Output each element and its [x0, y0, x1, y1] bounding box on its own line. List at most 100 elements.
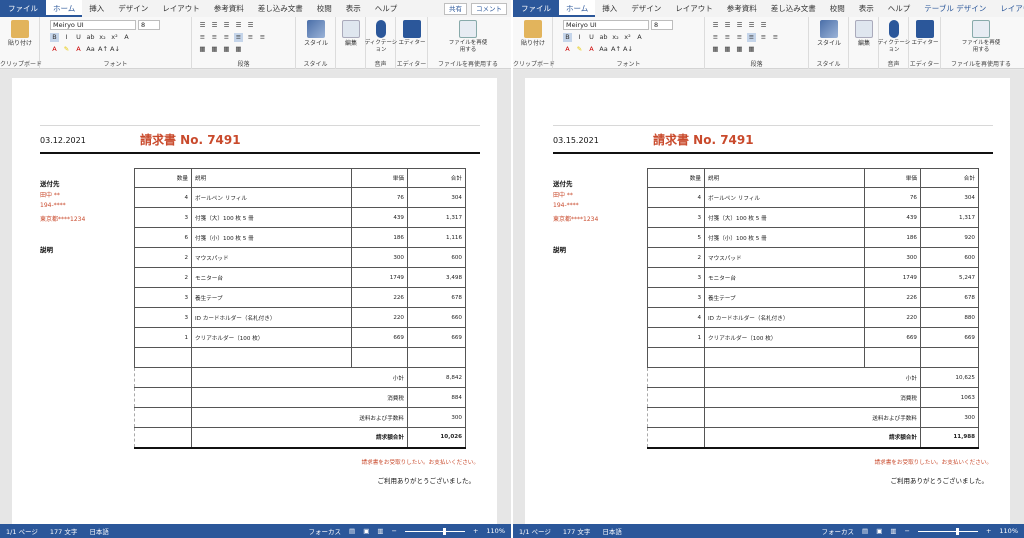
recipient-zip[interactable]: 194-****	[553, 202, 579, 209]
text-color-icon[interactable]: A	[587, 45, 596, 54]
read-mode-icon[interactable]: ▤	[349, 527, 355, 535]
zoom-in-icon[interactable]: +	[473, 527, 478, 535]
font-color-icon[interactable]: A	[563, 45, 572, 54]
table-cell[interactable]: 226	[864, 287, 921, 308]
dictate-button[interactable]: ディクテーション	[877, 20, 911, 54]
font-name-select[interactable]: Meiryo UI	[563, 20, 649, 30]
document-area[interactable]: 03.15.2021 請求書 No. 7491 送付先 田中 ** 194-**** 東京…	[513, 70, 1024, 524]
table-cell[interactable]: 6	[134, 227, 192, 248]
table-cell[interactable]: 2	[647, 247, 705, 268]
document-page[interactable]: 03.12.2021 請求書 No. 7491 送付先 田中 ** 194-**** 東京…	[12, 78, 497, 524]
table-cell[interactable]: 4	[647, 187, 705, 208]
borders-icon[interactable]: ▦	[210, 45, 219, 54]
table-cell[interactable]: ID カードホルダー（名札付き）	[191, 307, 352, 328]
grand-total-label[interactable]: 請求額合計	[704, 427, 921, 449]
table-cell[interactable]: 3	[134, 207, 192, 228]
increase-indent-icon[interactable]: ☰	[759, 21, 768, 30]
table-cell[interactable]: 669	[351, 327, 408, 348]
tab-0[interactable]: ファイル	[0, 0, 46, 17]
table-cell[interactable]: 2	[134, 267, 192, 288]
dictate-button[interactable]: ディクテーション	[364, 20, 398, 54]
line-spacing-icon[interactable]: ≡	[771, 33, 780, 42]
styles-button[interactable]: スタイル	[299, 20, 333, 47]
language[interactable]: 日本語	[89, 526, 109, 536]
shading-icon[interactable]: ▦	[711, 45, 720, 54]
table-cell[interactable]	[647, 387, 705, 408]
table-cell[interactable]: 669	[920, 327, 979, 348]
increase-indent-icon[interactable]: ☰	[246, 21, 255, 30]
underline-icon[interactable]: U	[587, 33, 596, 42]
text-effect-icon[interactable]: A	[635, 33, 644, 42]
table-cell[interactable]: 678	[407, 287, 466, 308]
recipient-address[interactable]: 東京都****1234	[40, 214, 85, 223]
header-cell[interactable]: 合計	[407, 168, 466, 188]
table-cell[interactable]	[134, 387, 192, 408]
table-cell[interactable]: 304	[407, 187, 466, 208]
tab-5[interactable]: 参考資料	[720, 0, 764, 17]
read-mode-icon[interactable]: ▤	[862, 527, 868, 535]
shrink-font-icon[interactable]: A↓	[623, 45, 633, 54]
tab-2[interactable]: 挿入	[595, 0, 624, 17]
table-cell[interactable]: マウスパッド	[704, 247, 865, 268]
align-right-icon[interactable]: ≡	[222, 33, 231, 42]
table-cell[interactable]: 4	[134, 187, 192, 208]
document-page[interactable]: 03.15.2021 請求書 No. 7491 送付先 田中 ** 194-**** 東京…	[525, 78, 1010, 524]
table-cell[interactable]: 300	[864, 247, 921, 268]
italic-icon[interactable]: I	[62, 33, 71, 42]
table-cell[interactable]: 3	[647, 287, 705, 308]
shading-icon[interactable]: ▦	[198, 45, 207, 54]
font-color-icon[interactable]: A	[50, 45, 59, 54]
bold-icon[interactable]: B	[50, 33, 59, 42]
table-cell[interactable]: 1,317	[920, 207, 979, 228]
align-center-icon[interactable]: ≡	[723, 33, 732, 42]
highlight-icon[interactable]: ✎	[575, 45, 584, 54]
shipping-value[interactable]: 300	[920, 407, 979, 428]
header-cell[interactable]: 単価	[351, 168, 408, 188]
table-cell[interactable]: 600	[407, 247, 466, 268]
text-color-icon[interactable]: A	[74, 45, 83, 54]
tab-6[interactable]: 差し込み文書	[251, 0, 310, 17]
table-cell[interactable]: 1749	[864, 267, 921, 288]
description-label[interactable]: 説明	[40, 244, 53, 254]
header-cell[interactable]: 数量	[647, 168, 705, 188]
table-cell[interactable]: ボールペン リフィル	[191, 187, 352, 208]
table-cell[interactable]: 養生テープ	[191, 287, 352, 308]
page-count[interactable]: 1/1 ページ	[519, 526, 551, 536]
line-spacing-icon[interactable]: ≡	[258, 33, 267, 42]
table-cell[interactable]: 3	[134, 287, 192, 308]
table-cell[interactable]	[134, 407, 192, 428]
table-cell[interactable]	[647, 427, 705, 449]
tab-10[interactable]: テーブル デザイン	[917, 0, 993, 17]
table-cell[interactable]: 1	[647, 327, 705, 348]
recipient-address[interactable]: 東京都****1234	[553, 214, 598, 223]
text-effect-icon[interactable]: A	[122, 33, 131, 42]
share-button[interactable]: 共有	[444, 2, 467, 15]
shipping-value[interactable]: 300	[407, 407, 466, 428]
tab-9[interactable]: ヘルプ	[881, 0, 918, 17]
zoom-level[interactable]: 110%	[486, 527, 505, 535]
table-cell[interactable]: モニター台	[191, 267, 352, 288]
word-count[interactable]: 177 文字	[50, 526, 77, 536]
multilevel-icon[interactable]: ☰	[222, 21, 231, 30]
reuse-files-button[interactable]: ファイルを再使用する	[448, 20, 488, 54]
header-cell[interactable]: 単価	[864, 168, 921, 188]
zoom-in-icon[interactable]: +	[986, 527, 991, 535]
grow-font-icon[interactable]: A↑	[98, 45, 108, 54]
case-icon[interactable]: Aa	[599, 45, 608, 54]
table-cell[interactable]: 660	[407, 307, 466, 328]
tab-7[interactable]: 校閲	[823, 0, 852, 17]
shrink-font-icon[interactable]: A↓	[110, 45, 120, 54]
font-size-select[interactable]: 8	[651, 20, 673, 30]
table-cell[interactable]: 3,498	[407, 267, 466, 288]
align-right-icon[interactable]: ≡	[735, 33, 744, 42]
align-center-icon[interactable]: ≡	[210, 33, 219, 42]
strike-icon[interactable]: ab	[599, 33, 608, 42]
case-icon[interactable]: Aa	[86, 45, 95, 54]
numbering-icon[interactable]: ☰	[210, 21, 219, 30]
tab-4[interactable]: レイアウト	[155, 0, 207, 17]
table-cell[interactable]	[704, 347, 865, 368]
page-count[interactable]: 1/1 ページ	[6, 526, 38, 536]
tab-6[interactable]: 差し込み文書	[764, 0, 823, 17]
payment-note[interactable]: 請求書をお受取りしたい。お支払いください。	[362, 458, 479, 466]
document-area[interactable]: 03.12.2021 請求書 No. 7491 送付先 田中 ** 194-**** 東京…	[0, 70, 511, 524]
